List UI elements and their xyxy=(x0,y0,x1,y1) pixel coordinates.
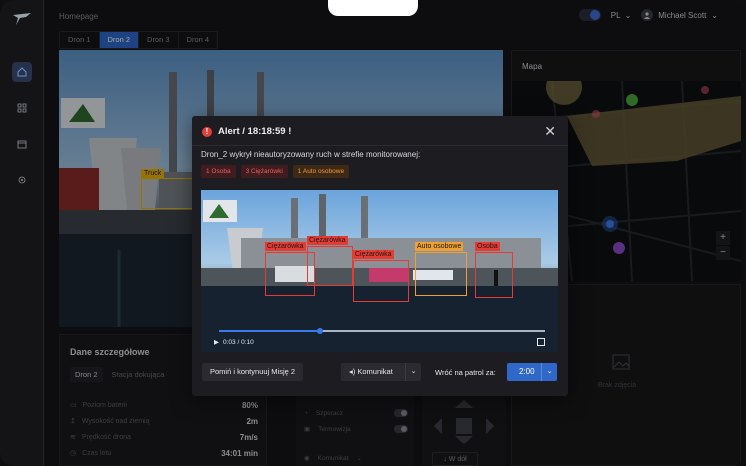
calendar-icon[interactable] xyxy=(12,134,32,154)
video-progress-bar[interactable] xyxy=(219,328,545,334)
alert-title: Alert / 18:18:59 ! xyxy=(218,126,292,137)
chevron-down-icon[interactable]: ⌄ xyxy=(541,363,557,381)
video-progress-knob[interactable] xyxy=(317,328,324,334)
logo-icon xyxy=(13,13,31,25)
alert-footer: Pomiń i kontynuuj Misję 2 ◂) Komunikat ⌄… xyxy=(192,358,568,396)
detection-label: Ciężarówka xyxy=(265,242,306,251)
detection-label: Ciężarówka xyxy=(353,250,394,259)
patrol-time-value: 2:00 xyxy=(519,367,535,376)
grid-icon[interactable] xyxy=(12,98,32,118)
detection-box-truck-3 xyxy=(353,260,409,302)
detection-box-person xyxy=(475,252,513,298)
detection-box-car xyxy=(415,252,467,296)
alert-icon: ! xyxy=(202,126,212,137)
home-icon[interactable] xyxy=(12,62,32,82)
chip-trucks: 3 Ciężarówki xyxy=(240,165,288,178)
komunikat-button-label: Komunikat xyxy=(357,367,393,376)
detection-box-truck-2 xyxy=(307,246,353,286)
skip-continue-button[interactable]: Pomiń i kontynuuj Misję 2 xyxy=(202,363,304,381)
chip-car: 1 Auto osobowe xyxy=(292,165,350,178)
app-window: Homepage PL ⌄ Michael Scott ⌄ Dron 1 Dro… xyxy=(0,0,746,466)
device-notch xyxy=(328,0,418,16)
chip-person: 1 Osoba xyxy=(201,165,236,178)
detection-label: Ciężarówka xyxy=(307,236,348,245)
alert-message: Dron_2 wykrył nieautoryzowany ruch w str… xyxy=(201,150,421,159)
play-icon[interactable]: ▶ xyxy=(214,338,219,346)
divider xyxy=(192,145,568,146)
chevron-down-icon[interactable]: ⌄ xyxy=(405,363,421,381)
video-time: 0:03 / 0:10 xyxy=(223,338,254,346)
patrol-time-select[interactable]: 2:00 ⌄ xyxy=(507,363,557,381)
komunikat-button[interactable]: ◂) Komunikat ⌄ xyxy=(341,363,421,381)
settings-icon[interactable] xyxy=(12,170,32,190)
alert-video-player[interactable]: Ciężarówka Ciężarówka Ciężarówka Auto os… xyxy=(201,190,558,352)
video-progress-fill xyxy=(219,330,321,332)
fullscreen-icon[interactable] xyxy=(537,338,545,346)
alert-modal: ! Alert / 18:18:59 ! ✕ Dron_2 wykrył nie… xyxy=(192,116,568,396)
video-controls: ▶ 0:03 / 0:10 xyxy=(214,338,254,347)
alert-header: ! Alert / 18:18:59 ! xyxy=(202,126,291,137)
sidebar xyxy=(0,0,44,466)
detection-label: Auto osobowe xyxy=(415,242,464,251)
close-icon[interactable]: ✕ xyxy=(544,124,556,138)
return-patrol-label: Wróć na patrol za: xyxy=(435,368,496,377)
detection-label: Osoba xyxy=(475,242,500,251)
detection-chips: 1 Osoba 3 Ciężarówki 1 Auto osobowe xyxy=(201,165,350,178)
